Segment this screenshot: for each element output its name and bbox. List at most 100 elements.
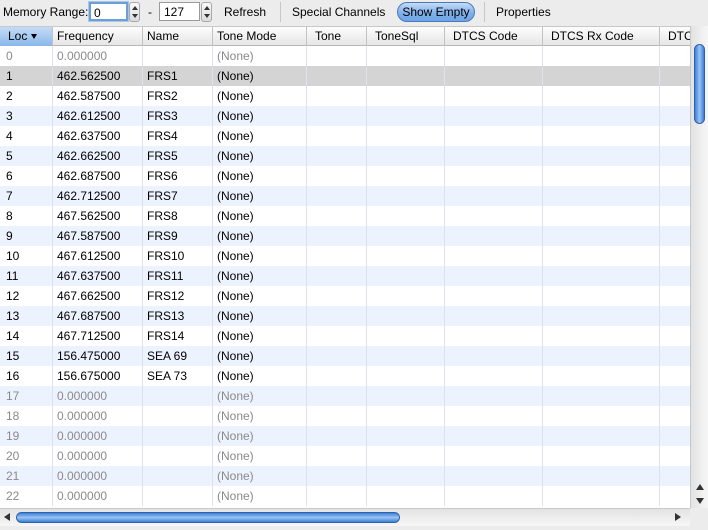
cell-tone[interactable]	[307, 286, 367, 306]
cell-tonesql[interactable]	[367, 126, 445, 146]
cell-dtcs-pol[interactable]	[660, 486, 690, 506]
cell-tone[interactable]	[307, 366, 367, 386]
cell-dtcs-rx-code[interactable]	[543, 486, 660, 506]
cell-name[interactable]: FRS9	[143, 226, 213, 246]
cell-dtcs-code[interactable]	[445, 286, 543, 306]
cell-dtcs-code[interactable]	[445, 46, 543, 66]
table-row[interactable]: 1 462.562500 FRS1 (None)	[0, 66, 690, 86]
cell-dtcs-code[interactable]	[445, 406, 543, 426]
cell-tone-mode[interactable]: (None)	[213, 286, 307, 306]
cell-loc[interactable]: 16	[0, 366, 53, 386]
cell-tone[interactable]	[307, 306, 367, 326]
cell-dtcs-pol[interactable]	[660, 106, 690, 126]
table-row[interactable]: 15 156.475000 SEA 69 (None)	[0, 346, 690, 366]
cell-name[interactable]	[143, 406, 213, 426]
cell-loc[interactable]: 10	[0, 246, 53, 266]
cell-loc[interactable]: 9	[0, 226, 53, 246]
cell-tonesql[interactable]	[367, 226, 445, 246]
cell-tonesql[interactable]	[367, 346, 445, 366]
cell-name[interactable]: FRS1	[143, 66, 213, 86]
cell-name[interactable]: FRS2	[143, 86, 213, 106]
cell-frequency[interactable]: 467.662500	[53, 286, 143, 306]
cell-tone-mode[interactable]: (None)	[213, 166, 307, 186]
table-row[interactable]: 3 462.612500 FRS3 (None)	[0, 106, 690, 126]
cell-tonesql[interactable]	[367, 406, 445, 426]
cell-dtcs-code[interactable]	[445, 306, 543, 326]
cell-dtcs-rx-code[interactable]	[543, 206, 660, 226]
cell-name[interactable]: FRS3	[143, 106, 213, 126]
table-row[interactable]: 22 0.000000 (None)	[0, 486, 690, 506]
cell-loc[interactable]: 3	[0, 106, 53, 126]
table-row[interactable]: 19 0.000000 (None)	[0, 426, 690, 446]
cell-frequency[interactable]: 467.712500	[53, 326, 143, 346]
cell-tonesql[interactable]	[367, 86, 445, 106]
cell-frequency[interactable]: 0.000000	[53, 446, 143, 466]
cell-tone-mode[interactable]: (None)	[213, 446, 307, 466]
cell-loc[interactable]: 8	[0, 206, 53, 226]
cell-tone-mode[interactable]: (None)	[213, 66, 307, 86]
cell-loc[interactable]: 15	[0, 346, 53, 366]
cell-tone-mode[interactable]: (None)	[213, 186, 307, 206]
cell-dtcs-rx-code[interactable]	[543, 226, 660, 246]
cell-name[interactable]: FRS8	[143, 206, 213, 226]
cell-tone[interactable]	[307, 226, 367, 246]
show-empty-toggle[interactable]: Show Empty	[397, 2, 475, 22]
stepper-down-icon[interactable]	[132, 14, 138, 18]
range-start-input[interactable]: 0	[89, 2, 128, 21]
cell-tone-mode[interactable]: (None)	[213, 106, 307, 126]
cell-name[interactable]: FRS11	[143, 266, 213, 286]
cell-loc[interactable]: 20	[0, 446, 53, 466]
cell-loc[interactable]: 6	[0, 166, 53, 186]
cell-dtcs-pol[interactable]	[660, 386, 690, 406]
cell-tone[interactable]	[307, 406, 367, 426]
table-row[interactable]: 2 462.587500 FRS2 (None)	[0, 86, 690, 106]
scroll-left-icon[interactable]	[4, 513, 10, 521]
vertical-scrollbar[interactable]	[690, 26, 708, 508]
column-header-frequency[interactable]: Frequency	[53, 27, 143, 46]
cell-dtcs-code[interactable]	[445, 226, 543, 246]
cell-tonesql[interactable]	[367, 386, 445, 406]
cell-dtcs-rx-code[interactable]	[543, 426, 660, 446]
range-end-stepper[interactable]	[201, 2, 212, 22]
cell-tonesql[interactable]	[367, 246, 445, 266]
cell-frequency[interactable]: 462.637500	[53, 126, 143, 146]
cell-tonesql[interactable]	[367, 186, 445, 206]
table-row[interactable]: 7 462.712500 FRS7 (None)	[0, 186, 690, 206]
cell-dtcs-pol[interactable]	[660, 86, 690, 106]
cell-tonesql[interactable]	[367, 306, 445, 326]
cell-name[interactable]	[143, 486, 213, 506]
table-row[interactable]: 12 467.662500 FRS12 (None)	[0, 286, 690, 306]
table-row[interactable]: 0 0.000000 (None)	[0, 46, 690, 66]
cell-loc[interactable]: 2	[0, 86, 53, 106]
cell-dtcs-pol[interactable]	[660, 366, 690, 386]
properties-button[interactable]: Properties	[496, 0, 551, 24]
cell-dtcs-code[interactable]	[445, 426, 543, 446]
cell-name[interactable]	[143, 386, 213, 406]
cell-tone-mode[interactable]: (None)	[213, 466, 307, 486]
cell-tone[interactable]	[307, 386, 367, 406]
cell-name[interactable]: FRS5	[143, 146, 213, 166]
cell-dtcs-code[interactable]	[445, 346, 543, 366]
cell-tone[interactable]	[307, 446, 367, 466]
cell-loc[interactable]: 13	[0, 306, 53, 326]
cell-tonesql[interactable]	[367, 486, 445, 506]
column-header-tonesql[interactable]: ToneSql	[367, 27, 445, 46]
cell-tone[interactable]	[307, 186, 367, 206]
column-header-loc[interactable]: Loc	[0, 27, 53, 46]
table-row[interactable]: 8 467.562500 FRS8 (None)	[0, 206, 690, 226]
cell-frequency[interactable]: 467.587500	[53, 226, 143, 246]
cell-tone[interactable]	[307, 66, 367, 86]
cell-dtcs-pol[interactable]	[660, 146, 690, 166]
cell-name[interactable]: FRS10	[143, 246, 213, 266]
cell-tone[interactable]	[307, 246, 367, 266]
cell-loc[interactable]: 17	[0, 386, 53, 406]
cell-tonesql[interactable]	[367, 446, 445, 466]
cell-frequency[interactable]: 467.562500	[53, 206, 143, 226]
column-header-dtcs-pol[interactable]: DTCS	[660, 27, 690, 46]
cell-tonesql[interactable]	[367, 426, 445, 446]
cell-tonesql[interactable]	[367, 106, 445, 126]
refresh-button[interactable]: Refresh	[224, 0, 266, 24]
cell-dtcs-pol[interactable]	[660, 226, 690, 246]
cell-name[interactable]: SEA 73	[143, 366, 213, 386]
cell-dtcs-pol[interactable]	[660, 286, 690, 306]
